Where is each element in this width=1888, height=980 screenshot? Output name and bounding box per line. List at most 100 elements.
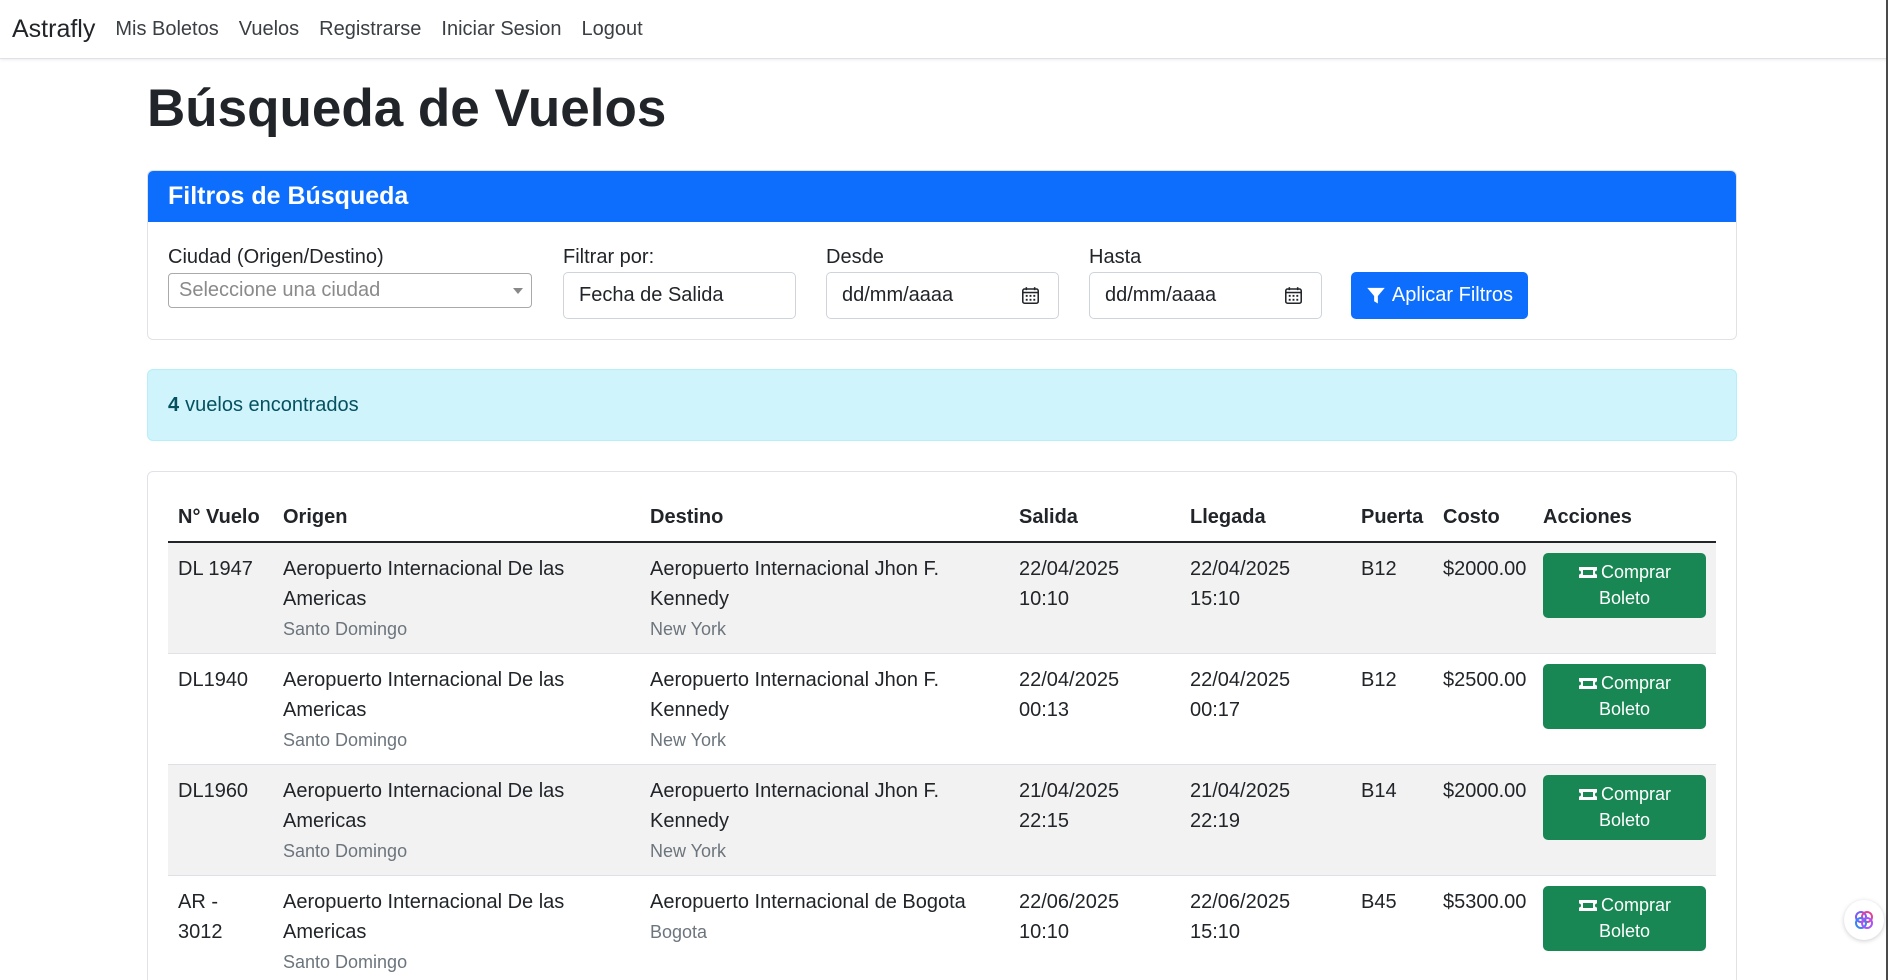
buy-ticket-button[interactable]: Comprar Boleto — [1543, 775, 1706, 840]
nav-iniciar-sesion[interactable]: Iniciar Sesion — [441, 18, 561, 41]
cost: $5300.00 — [1443, 891, 1527, 913]
results-count-alert: 4 vuelos encontrados — [147, 369, 1737, 441]
nav-mis-boletos[interactable]: Mis Boletos — [115, 18, 218, 41]
arrival-date: 21/04/2025 — [1190, 780, 1291, 802]
buy-ticket-button[interactable]: Comprar Boleto — [1543, 664, 1706, 729]
brand-logo[interactable]: Astrafly — [12, 15, 95, 44]
destination-airport: Aeropuerto Internacional Jhon F. — [650, 780, 940, 802]
nav-registrarse[interactable]: Registrarse — [319, 18, 421, 41]
origin-airport: Aeropuerto Internacional De las — [283, 558, 565, 580]
flight-number: DL1960 — [178, 780, 249, 802]
destination-airport: Aeropuerto Internacional de Bogota — [650, 891, 966, 913]
destination-airport-cont: Kennedy — [650, 810, 729, 832]
nav-vuelos[interactable]: Vuelos — [239, 18, 299, 41]
buy-ticket-label: Comprar — [1600, 562, 1671, 582]
departure-time: 10:10 — [1019, 588, 1070, 610]
nav-logout[interactable]: Logout — [581, 18, 642, 41]
calendar-icon[interactable] — [1284, 286, 1303, 305]
col-header-departure: Salida — [1019, 506, 1078, 528]
buy-ticket-label-2: Boleto — [1598, 699, 1651, 719]
gate: B14 — [1361, 780, 1397, 802]
buy-ticket-label-2: Boleto — [1598, 810, 1651, 830]
gate: B12 — [1361, 669, 1397, 691]
from-date-input[interactable]: dd/mm/aaaa — [826, 272, 1059, 319]
col-header-gate: Puerta — [1361, 506, 1424, 528]
origin-airport-cont: Americas — [283, 921, 367, 943]
origin-city: Santo Domingo — [283, 952, 408, 972]
chevron-down-icon — [513, 288, 523, 294]
results-text: vuelos encontrados — [185, 393, 359, 416]
arrival-date: 22/06/2025 — [1190, 891, 1291, 913]
arrival-date: 22/04/2025 — [1190, 669, 1291, 691]
departure-date: 22/04/2025 — [1019, 558, 1120, 580]
page-title: Búsqueda de Vuelos — [147, 79, 667, 138]
gate: B45 — [1361, 891, 1397, 913]
city-label: Ciudad (Origen/Destino) — [168, 246, 384, 268]
buy-ticket-label: Comprar — [1600, 673, 1671, 693]
origin-airport-cont: Americas — [283, 588, 367, 610]
filter-by-value: Fecha de Salida — [579, 284, 724, 306]
col-header-destination: Destino — [650, 506, 724, 528]
destination-airport-cont: Kennedy — [650, 699, 729, 721]
departure-date: 22/04/2025 — [1019, 669, 1120, 691]
destination-airport-cont: Kennedy — [650, 588, 729, 610]
ticket-icon — [1578, 789, 1597, 800]
col-header-arrival: Llegada — [1190, 506, 1266, 528]
top-navbar: Astrafly Mis Boletos Vuelos Registrarse … — [0, 0, 1888, 59]
destination-city: New York — [650, 841, 727, 861]
filter-by-select[interactable]: Fecha de Salida — [563, 272, 796, 319]
origin-airport: Aeropuerto Internacional De las — [283, 780, 565, 802]
origin-city: Santo Domingo — [283, 841, 408, 861]
assistant-widget-button[interactable] — [1844, 900, 1884, 940]
buy-ticket-label-2: Boleto — [1598, 921, 1651, 941]
flight-number: DL1940 — [178, 669, 249, 691]
arrival-time: 00:17 — [1190, 699, 1241, 721]
destination-city: Bogota — [650, 922, 708, 942]
filter-by-label: Filtrar por: — [563, 246, 655, 268]
to-date-input[interactable]: dd/mm/aaaa — [1089, 272, 1322, 319]
from-date-placeholder: dd/mm/aaaa — [842, 284, 954, 306]
calendar-icon[interactable] — [1021, 286, 1040, 305]
cost: $2000.00 — [1443, 558, 1527, 580]
brain-icon — [1855, 911, 1873, 929]
filter-icon — [1367, 287, 1385, 303]
table-row: DL1960 Aeropuerto Internacional De las A… — [168, 765, 1716, 876]
buy-ticket-button[interactable]: Comprar Boleto — [1543, 886, 1706, 951]
col-header-actions: Acciones — [1543, 506, 1632, 528]
col-header-origin: Origen — [283, 506, 348, 528]
buy-ticket-label-2: Boleto — [1598, 588, 1651, 608]
table-row: AR - 3012 Aeropuerto Internacional De la… — [168, 876, 1716, 980]
cost: $2500.00 — [1443, 669, 1527, 691]
ticket-icon — [1578, 900, 1597, 911]
ticket-icon — [1578, 678, 1597, 689]
buy-ticket-label: Comprar — [1600, 895, 1671, 915]
origin-airport-cont: Americas — [283, 810, 367, 832]
origin-city: Santo Domingo — [283, 730, 408, 750]
departure-time: 22:15 — [1019, 810, 1070, 832]
departure-time: 10:10 — [1019, 921, 1070, 943]
buy-ticket-button[interactable]: Comprar Boleto — [1543, 553, 1706, 618]
results-count: 4 — [168, 393, 180, 416]
arrival-time: 15:10 — [1190, 588, 1241, 610]
filter-card: Filtros de Búsqueda Ciudad (Origen/Desti… — [147, 170, 1737, 340]
city-select[interactable]: Seleccione una ciudad — [168, 273, 532, 308]
arrival-time: 15:10 — [1190, 921, 1241, 943]
origin-city: Santo Domingo — [283, 619, 408, 639]
departure-time: 00:13 — [1019, 699, 1070, 721]
filter-card-header: Filtros de Búsqueda — [148, 171, 1736, 222]
arrival-date: 22/04/2025 — [1190, 558, 1291, 580]
origin-airport: Aeropuerto Internacional De las — [283, 891, 565, 913]
to-date-placeholder: dd/mm/aaaa — [1105, 284, 1217, 306]
gate: B12 — [1361, 558, 1397, 580]
departure-date: 22/06/2025 — [1019, 891, 1120, 913]
destination-airport: Aeropuerto Internacional Jhon F. — [650, 669, 940, 691]
to-date-label: Hasta — [1089, 246, 1142, 268]
ticket-icon — [1578, 567, 1597, 578]
destination-city: New York — [650, 619, 727, 639]
destination-city: New York — [650, 730, 727, 750]
from-date-label: Desde — [826, 246, 884, 268]
apply-filters-button[interactable]: Aplicar Filtros — [1351, 272, 1528, 319]
origin-airport: Aeropuerto Internacional De las — [283, 669, 565, 691]
flight-number: AR - — [178, 891, 218, 913]
col-header-cost: Costo — [1443, 506, 1500, 528]
